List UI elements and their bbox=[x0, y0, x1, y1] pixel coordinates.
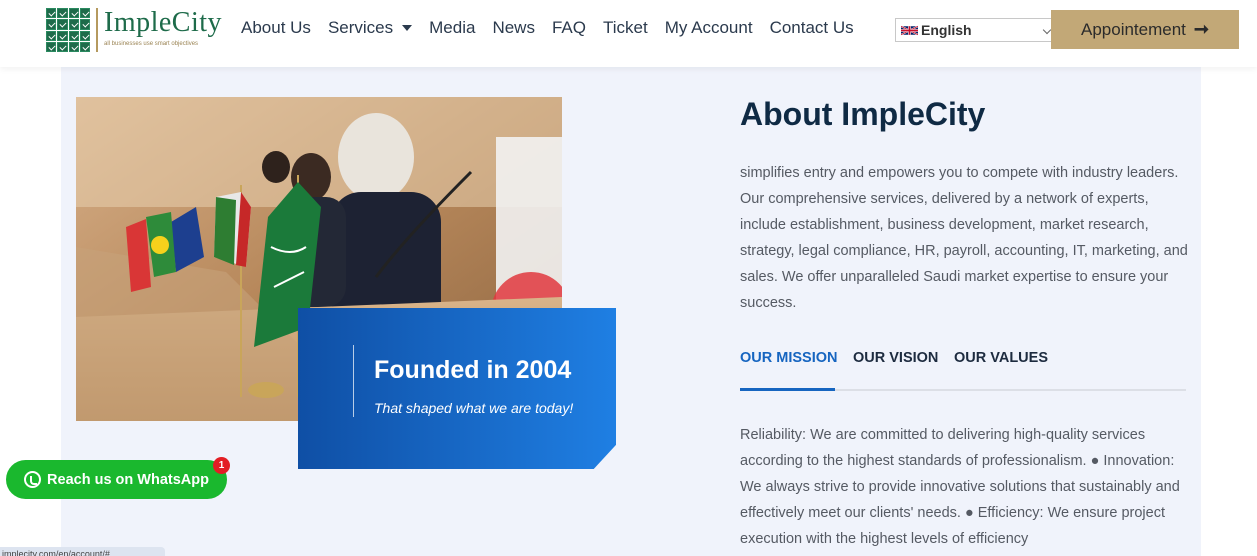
mission-text: Reliability: We are committed to deliver… bbox=[740, 427, 1180, 547]
about-tabs: OUR MISSION OUR VISION OUR VALUES bbox=[740, 348, 1186, 391]
main-nav: About Us Services Media News FAQ Ticket … bbox=[241, 18, 871, 38]
logo-divider bbox=[96, 8, 98, 52]
tab-our-values[interactable]: OUR VALUES bbox=[954, 350, 1048, 366]
status-bar-url: implecity.com/en/account/# bbox=[0, 547, 165, 556]
nav-contact-us[interactable]: Contact Us bbox=[770, 18, 854, 38]
appointment-button[interactable]: Appointement ➞ bbox=[1051, 10, 1239, 49]
about-description: simplifies entry and empowers you to com… bbox=[740, 165, 1188, 311]
nav-faq[interactable]: FAQ bbox=[552, 18, 586, 38]
site-header: ImpleCity all businesses use smart objec… bbox=[0, 0, 1257, 67]
nav-my-account[interactable]: My Account bbox=[665, 18, 753, 38]
logo-checkbox-grid-icon bbox=[46, 8, 90, 52]
whatsapp-icon bbox=[24, 471, 42, 488]
tab-our-mission[interactable]: OUR MISSION bbox=[740, 350, 837, 366]
nav-services[interactable]: Services bbox=[327, 18, 413, 38]
nav-services-label: Services bbox=[327, 18, 394, 37]
language-selected: English bbox=[921, 22, 972, 38]
tab-our-vision[interactable]: OUR VISION bbox=[853, 350, 938, 366]
appointment-label: Appointement bbox=[1081, 19, 1186, 39]
founded-card: Founded in 2004 That shaped what we are … bbox=[298, 308, 616, 469]
founded-title: Founded in 2004 bbox=[374, 356, 572, 384]
founded-divider bbox=[353, 345, 354, 417]
nav-ticket[interactable]: Ticket bbox=[603, 18, 648, 38]
chevron-down-icon bbox=[1042, 25, 1052, 35]
chevron-down-icon bbox=[402, 25, 413, 31]
notification-badge: 1 bbox=[213, 457, 230, 474]
logo-tagline: all businesses use smart objectives bbox=[104, 41, 199, 47]
logo-title: ImpleCity bbox=[104, 7, 223, 38]
whatsapp-button[interactable]: Reach us on WhatsApp bbox=[6, 460, 227, 499]
language-select[interactable]: English bbox=[895, 18, 1058, 42]
whatsapp-label: Reach us on WhatsApp bbox=[47, 471, 209, 488]
nav-media[interactable]: Media bbox=[429, 18, 475, 38]
arrow-right-icon: ➞ bbox=[1193, 19, 1209, 39]
nav-news[interactable]: News bbox=[492, 18, 535, 38]
logo[interactable]: ImpleCity all businesses use smart objec… bbox=[46, 8, 222, 52]
nav-about-us[interactable]: About Us bbox=[241, 18, 311, 38]
uk-flag-icon bbox=[901, 24, 918, 36]
founded-subtitle: That shaped what we are today! bbox=[374, 400, 574, 416]
about-title: About ImpleCity bbox=[740, 96, 986, 132]
active-tab-indicator bbox=[740, 388, 835, 391]
